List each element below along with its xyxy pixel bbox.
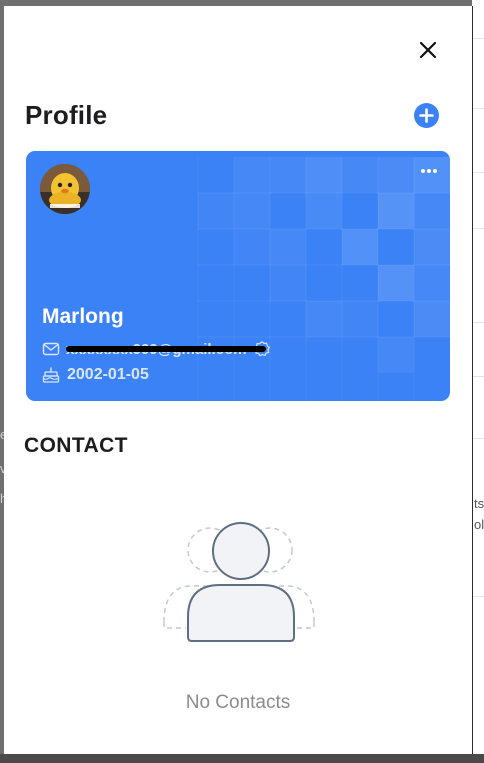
profile-birthdate-row: 2002-01-05 [42,365,149,385]
empty-contacts-message: No Contacts [185,692,291,713]
background-divider [472,228,484,229]
background-divider [472,438,484,439]
background-divider [472,376,484,377]
background-divider [472,322,484,323]
background-app-edge [472,0,484,763]
background-divider [472,596,484,597]
contact-section-title: CONTACT [24,434,128,457]
background-text-fragment: ts [474,496,484,511]
more-dots-icon [421,169,437,173]
profile-name: Marlong [42,305,124,328]
cake-icon [42,367,60,383]
email-redaction-mark [66,346,266,352]
background-text-fragment: olo [474,517,484,532]
contacts-placeholder-icon [163,522,315,642]
background-taskbar-edge [0,754,484,763]
page-title: Profile [25,100,108,130]
avatar-image [40,164,90,214]
avatar[interactable] [40,164,90,214]
mail-icon [42,342,60,356]
profile-panel: Profile Marlong 2002-01-05 CONTACT No Co… [4,6,473,754]
background-divider [472,108,484,109]
background-divider [472,172,484,173]
profile-card: Marlong xxxxxxxx999@gmail.com 2002-01-05 [26,151,450,401]
close-button[interactable] [416,38,440,62]
more-options-button[interactable] [415,161,443,181]
plus-circle-icon [419,108,434,123]
close-icon [419,41,437,59]
profile-birthdate: 2002-01-05 [67,366,149,383]
background-divider [472,38,484,39]
add-profile-button[interactable] [414,103,439,128]
